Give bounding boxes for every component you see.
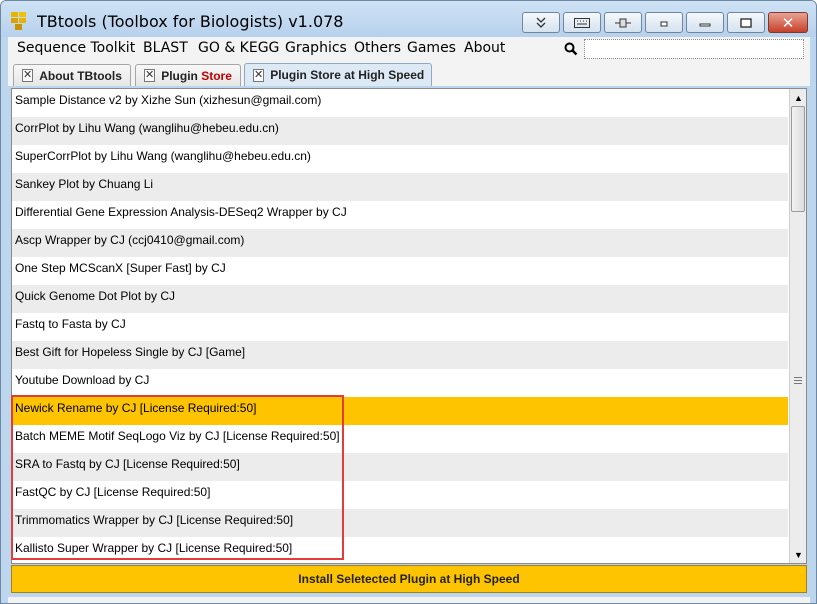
minimize-small-button[interactable] xyxy=(645,12,683,33)
keyboard-icon xyxy=(574,17,590,28)
status-strip xyxy=(8,597,810,603)
tab-plugin-store[interactable]: ✕ Plugin Store xyxy=(135,64,241,86)
tab-close-icon[interactable]: ✕ xyxy=(144,69,156,82)
plugin-list-item[interactable]: SuperCorrPlot by Lihu Wang (wanglihu@heb… xyxy=(12,145,788,173)
maximize-icon xyxy=(740,17,752,28)
search-icon[interactable] xyxy=(564,42,578,56)
scroll-up-icon[interactable]: ▲ xyxy=(791,90,806,105)
tab-label-store: Store xyxy=(201,68,232,83)
plugin-list-panel: Sample Distance v2 by Xizhe Sun (xizhesu… xyxy=(11,88,807,564)
plugin-list-item[interactable]: FastQC by CJ [License Required:50] xyxy=(12,481,788,509)
tab-close-icon[interactable]: ✕ xyxy=(22,69,34,82)
collapse-icon xyxy=(536,17,546,28)
search-input[interactable] xyxy=(584,39,804,59)
tab-label-main: Plugin xyxy=(161,68,202,83)
tab-label: About TBtools xyxy=(39,68,122,83)
menu-games[interactable]: Games xyxy=(407,40,456,56)
pin-button[interactable] xyxy=(604,12,642,33)
pin-icon xyxy=(615,18,631,27)
menu-others[interactable]: Others xyxy=(354,40,401,56)
plugin-list-item[interactable]: SRA to Fastq by CJ [License Required:50] xyxy=(12,453,788,481)
menu-about[interactable]: About xyxy=(464,40,505,56)
plugin-list-item[interactable]: Sample Distance v2 by Xizhe Sun (xizhesu… xyxy=(12,89,788,117)
plugin-list-item[interactable]: Trimmomatics Wrapper by CJ [License Requ… xyxy=(12,509,788,537)
close-icon: ✕ xyxy=(781,14,795,32)
plugin-list-item[interactable]: Newick Rename by CJ [License Required:50… xyxy=(12,397,788,425)
menu-graphics[interactable]: Graphics xyxy=(285,40,347,56)
plugin-list-item[interactable]: CorrPlot by Lihu Wang (wanglihu@hebeu.ed… xyxy=(12,117,788,145)
plugin-list-item[interactable]: Sankey Plot by Chuang Li xyxy=(12,173,788,201)
minimize-icon xyxy=(699,23,711,26)
keyboard-button[interactable] xyxy=(563,12,601,33)
scrollbar-thumb[interactable] xyxy=(791,106,805,212)
tab-label: Plugin Store xyxy=(161,69,242,83)
minimize-button[interactable] xyxy=(686,12,724,33)
plugin-list-item[interactable]: Differential Gene Expression Analysis-DE… xyxy=(12,201,788,229)
tab-close-icon[interactable]: ✕ xyxy=(253,68,265,82)
menu-blast[interactable]: BLAST xyxy=(143,40,188,56)
plugin-list-item[interactable]: Best Gift for Hopeless Single by CJ [Gam… xyxy=(12,341,788,369)
plugin-list-item[interactable]: Batch MEME Motif SeqLogo Viz by CJ [Lice… xyxy=(12,425,788,453)
plugin-list-item[interactable]: Quick Genome Dot Plot by CJ xyxy=(12,285,788,313)
tab-about-tbtools[interactable]: ✕ About TBtools xyxy=(13,64,131,86)
minimize-small-icon xyxy=(660,21,668,26)
plugin-list-item[interactable]: One Step MCScanX [Super Fast] by CJ xyxy=(12,257,788,285)
maximize-button[interactable] xyxy=(727,12,765,33)
window-title: TBtools (Toolbox for Biologists) v1.078 xyxy=(37,12,344,31)
app-window: TBtools (Toolbox for Biologists) v1.078 xyxy=(0,0,817,604)
collapse-button[interactable] xyxy=(522,12,560,33)
install-plugin-button[interactable]: Install Seletected Plugin at High Speed xyxy=(11,565,807,593)
plugin-list-item[interactable]: Fastq to Fasta by CJ xyxy=(12,313,788,341)
plugin-list-item[interactable]: Ascp Wrapper by CJ (ccj0410@gmail.com) xyxy=(12,229,788,257)
title-bar[interactable]: TBtools (Toolbox for Biologists) v1.078 xyxy=(1,1,816,37)
vertical-scrollbar[interactable]: ▲ ▼ xyxy=(789,89,806,563)
plugin-list-item[interactable]: Youtube Download by CJ xyxy=(12,369,788,397)
tbtools-logo-icon xyxy=(11,12,26,30)
plugin-list[interactable]: Sample Distance v2 by Xizhe Sun (xizhesu… xyxy=(12,89,788,563)
close-button[interactable]: ✕ xyxy=(768,12,808,33)
scroll-down-icon[interactable]: ▼ xyxy=(791,547,806,562)
menu-sequence-toolkit[interactable]: Sequence Toolkit xyxy=(17,40,135,56)
tab-plugin-store-high-speed[interactable]: ✕ Plugin Store at High Speed xyxy=(244,63,432,86)
plugin-list-item[interactable]: Kallisto Super Wrapper by CJ [License Re… xyxy=(12,537,788,563)
menu-go-kegg[interactable]: GO & KEGG xyxy=(198,40,279,56)
tab-label: Plugin Store at High Speed xyxy=(270,68,425,82)
scrollbar-grip-icon xyxy=(794,377,802,384)
